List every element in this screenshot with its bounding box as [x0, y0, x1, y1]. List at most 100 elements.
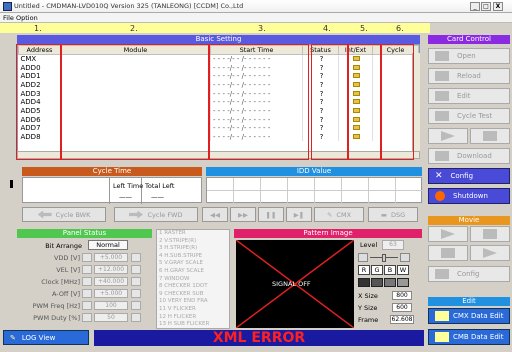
- movie-next-icon: [483, 248, 497, 258]
- cycle-bwk-button[interactable]: Cycle BWK: [22, 207, 106, 222]
- pattern-list-item[interactable]: 3 H.STRIPE(R): [157, 245, 229, 253]
- pattern-list-item[interactable]: 11 V FLICKER: [157, 306, 229, 314]
- menu-option[interactable]: Option: [16, 14, 38, 22]
- panel-param-value[interactable]: +40.000: [94, 277, 128, 286]
- edit-button[interactable]: Edit: [428, 88, 510, 104]
- highlight-address: [16, 44, 61, 160]
- forward-arrow-icon: [129, 211, 143, 219]
- movie-config-button[interactable]: Config: [428, 266, 510, 282]
- panel-param-toggle[interactable]: [82, 277, 92, 286]
- panel-param-value[interactable]: +5.000: [94, 253, 128, 262]
- cycle-test-button[interactable]: Cycle Test: [428, 108, 510, 124]
- gray-swatch-button[interactable]: [358, 278, 370, 287]
- dsg-button[interactable]: ▬ DSG: [368, 207, 418, 222]
- cmb-data-edit-button[interactable]: CMB Data Edit: [428, 329, 510, 345]
- cmx-button[interactable]: ✎ CMX: [314, 207, 364, 222]
- x-size-value[interactable]: 800: [392, 291, 412, 300]
- gray-swatch-button[interactable]: [384, 278, 396, 287]
- cmx-data-edit-button[interactable]: CMX Data Edit: [428, 308, 510, 324]
- panel-param-set-button[interactable]: [131, 277, 141, 286]
- edit-label: Edit: [457, 92, 471, 100]
- idd-cell: [342, 191, 369, 204]
- panel-param-set-button[interactable]: [131, 265, 141, 274]
- play-icon: [441, 131, 455, 141]
- open-button[interactable]: Open: [428, 48, 510, 64]
- movie-stop-icon: [483, 229, 497, 239]
- idd-cell: [315, 178, 342, 191]
- step-icon: ▶❚: [293, 210, 305, 219]
- gray-swatch-button[interactable]: [371, 278, 383, 287]
- play-button[interactable]: [428, 128, 468, 144]
- frame-value[interactable]: 62.608: [390, 315, 414, 324]
- pattern-list-item[interactable]: 1 RASTER: [157, 230, 229, 238]
- level-label: Level: [360, 241, 378, 249]
- stop-button[interactable]: [470, 128, 510, 144]
- highlight-module: [61, 44, 209, 160]
- panel-param-set-button[interactable]: [131, 253, 141, 262]
- panel-param-value[interactable]: +5.000: [94, 289, 128, 298]
- y-size-value[interactable]: 600: [392, 303, 412, 312]
- config-button[interactable]: ✕ Config: [428, 168, 510, 184]
- card-control-header: Card Control: [428, 35, 510, 44]
- shutdown-button[interactable]: Shutdown: [428, 188, 510, 204]
- panel-param-toggle[interactable]: [82, 301, 92, 310]
- level-up-button[interactable]: [400, 253, 410, 262]
- pattern-list-item[interactable]: 10 VERY END FRA: [157, 298, 229, 306]
- panel-status-header: Panel Status: [17, 229, 152, 238]
- fast-forward-button[interactable]: ▶▶: [230, 207, 256, 222]
- close-button[interactable]: X: [493, 2, 503, 11]
- panel-param-value[interactable]: 50: [94, 313, 128, 322]
- panel-param-label: PWM Freq [Hz]: [32, 302, 80, 310]
- shutdown-label: Shutdown: [453, 192, 488, 200]
- movie-next-button[interactable]: [470, 245, 510, 261]
- maximize-button[interactable]: □: [481, 2, 491, 11]
- panel-param-set-button[interactable]: [131, 313, 141, 322]
- download-button[interactable]: Download: [428, 148, 510, 164]
- channel-w-button[interactable]: W: [397, 265, 409, 275]
- panel-param-toggle[interactable]: [82, 313, 92, 322]
- gray-swatch-button[interactable]: [397, 278, 409, 287]
- menu-file[interactable]: File: [3, 14, 14, 22]
- pattern-list-item[interactable]: 7 WINDOW: [157, 276, 229, 284]
- pattern-list-item[interactable]: 9 CHECKER SUB: [157, 291, 229, 299]
- panel-param-toggle[interactable]: [82, 289, 92, 298]
- pattern-list[interactable]: 1 RASTER 2 V.STRIPE(R) 3 H.STRIPE(R) 4 H.SU…: [156, 229, 230, 329]
- channel-g-button[interactable]: G: [371, 265, 383, 275]
- bit-arrange-select[interactable]: Normal: [88, 240, 128, 250]
- level-field[interactable]: 63: [382, 240, 404, 250]
- log-view-button[interactable]: ✎ LOG View: [3, 330, 89, 345]
- rewind-button[interactable]: ◀◀: [202, 207, 228, 222]
- log-view-label: LOG View: [21, 333, 56, 342]
- panel-param-toggle[interactable]: [82, 265, 92, 274]
- movie-save-button[interactable]: [428, 245, 468, 261]
- pattern-list-item[interactable]: 2 V.STRIPE(R): [157, 238, 229, 246]
- panel-param-toggle[interactable]: [82, 253, 92, 262]
- pattern-list-item[interactable]: 13 H SUB FLICKER: [157, 321, 229, 328]
- download-icon: [435, 151, 449, 161]
- channel-b-button[interactable]: B: [384, 265, 396, 275]
- pattern-list-item[interactable]: 6 H.GRAY SCALE: [157, 268, 229, 276]
- cycle-fwd-button[interactable]: Cycle FWD: [114, 207, 198, 222]
- level-down-button[interactable]: [358, 253, 368, 262]
- cmb-edit-icon: [435, 332, 449, 342]
- step-button[interactable]: ▶❚: [286, 207, 312, 222]
- movie-play-button[interactable]: [428, 226, 468, 242]
- level-slider-thumb[interactable]: [382, 254, 386, 262]
- pattern-list-item[interactable]: 5 V.GRAY SCALE: [157, 260, 229, 268]
- panel-param-set-button[interactable]: [131, 289, 141, 298]
- panel-param-label: Clock [MHz]: [41, 278, 80, 286]
- reload-button[interactable]: Reload: [428, 68, 510, 84]
- pattern-list-item[interactable]: 12 H FLICKER: [157, 314, 229, 322]
- movie-stop-button[interactable]: [470, 226, 510, 242]
- panel-param-set-button[interactable]: [131, 301, 141, 310]
- frame-label: Frame: [358, 316, 379, 324]
- channel-r-button[interactable]: R: [358, 265, 370, 275]
- movie-play-icon: [441, 229, 455, 239]
- pattern-list-item[interactable]: 4 H.SUB.STRIPE: [157, 253, 229, 261]
- pause-button[interactable]: ❚❚: [258, 207, 284, 222]
- pattern-list-item[interactable]: 8 CHECKER 1DOT: [157, 283, 229, 291]
- power-icon: [435, 191, 445, 201]
- panel-param-value[interactable]: +12.000: [94, 265, 128, 274]
- minimize-button[interactable]: _: [470, 2, 480, 11]
- panel-param-value[interactable]: 100: [94, 301, 128, 310]
